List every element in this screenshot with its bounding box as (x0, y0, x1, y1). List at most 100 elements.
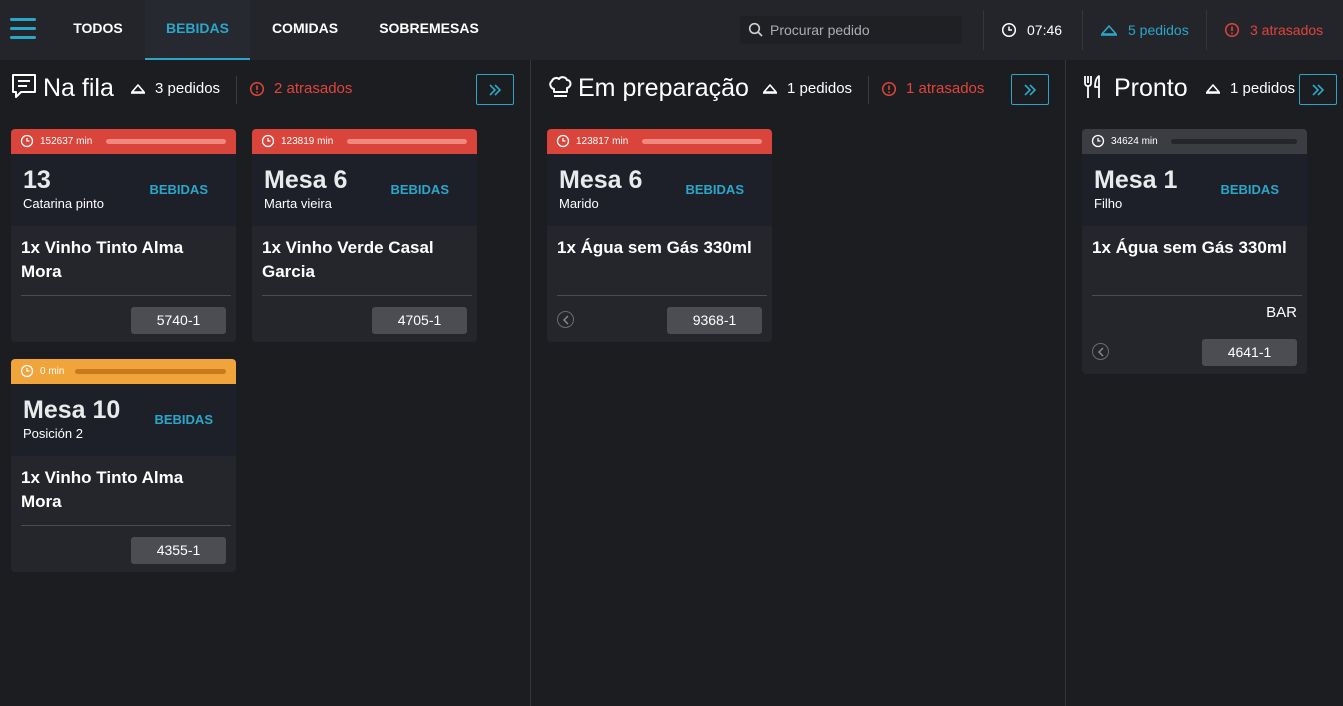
move-back-button[interactable] (1092, 343, 1109, 360)
timer-progress-bar (642, 139, 762, 144)
move-back-button[interactable] (557, 311, 574, 328)
column-divider (1065, 60, 1066, 706)
tab-todos[interactable]: TODOS (52, 0, 144, 60)
card-header: Mesa 10 Posición 2 BEBIDAS (11, 384, 236, 456)
search-icon (748, 22, 763, 37)
top-bar: TODOS BEBIDAS COMIDAS SOBREMESAS 07:46 5… (0, 0, 1343, 60)
category-label: BEBIDAS (390, 182, 449, 197)
timer-strip: 123819 min (252, 129, 477, 154)
order-item: 1x Água sem Gás 330ml (1092, 238, 1287, 257)
column-late: 2 atrasados (249, 80, 352, 97)
timer-progress-bar (75, 369, 226, 374)
cloche-icon (763, 84, 777, 94)
double-chevron-right-icon (1312, 83, 1325, 96)
timer-progress-bar (1171, 139, 1297, 144)
column-count: 1 pedidos (762, 80, 852, 97)
elapsed-time: 123819 min (281, 136, 334, 147)
category-label: BEBIDAS (149, 182, 208, 197)
divider (868, 76, 869, 104)
order-card[interactable]: 34624 min Mesa 1 Filho BEBIDAS 1x Água s… (1082, 129, 1307, 374)
order-id-button[interactable]: 4641-1 (1202, 339, 1297, 366)
divider (983, 10, 984, 50)
column-late: 1 atrasados (881, 80, 984, 97)
order-card[interactable]: 123817 min Mesa 6 Marido BEBIDAS 1x Água… (547, 129, 772, 342)
station-label: BAR (1266, 304, 1297, 321)
column-late-label: 2 atrasados (274, 80, 353, 97)
clock-display: 07:46 (1001, 20, 1062, 40)
advance-column-button[interactable] (476, 74, 514, 105)
order-card[interactable]: 123819 min Mesa 6 Marta vieira BEBIDAS 1… (252, 129, 477, 342)
clock-icon (20, 134, 34, 148)
advance-column-button[interactable] (1011, 74, 1049, 105)
order-card[interactable]: 152637 min 13 Catarina pinto BEBIDAS 1x … (11, 129, 236, 342)
table-label: Mesa 1 (1094, 166, 1178, 194)
menu-icon[interactable] (10, 18, 36, 40)
order-card[interactable]: 0 min Mesa 10 Posición 2 BEBIDAS 1x Vinh… (11, 359, 236, 572)
cloche-icon (1206, 84, 1220, 94)
timer-strip: 0 min (11, 359, 236, 384)
orders-total[interactable]: 5 pedidos (1100, 20, 1189, 40)
elapsed-time: 152637 min (40, 136, 93, 147)
order-item: 1x Vinho Verde Casal Garcia (262, 238, 434, 281)
clock-icon (20, 364, 34, 378)
timer-strip: 123817 min (547, 129, 772, 154)
order-id-button[interactable]: 4705-1 (372, 307, 467, 334)
timer-progress-bar (106, 139, 226, 144)
elapsed-time: 0 min (40, 366, 65, 377)
orders-total-label: 5 pedidos (1128, 22, 1189, 38)
table-label: Mesa 10 (23, 396, 121, 424)
clock-icon (1001, 22, 1017, 38)
column-title-em-preparacao: Em preparação (578, 74, 749, 102)
orders-late[interactable]: 3 atrasados (1224, 20, 1323, 40)
order-id-button[interactable]: 4355-1 (131, 537, 226, 564)
column-title-na-fila: Na fila (43, 74, 114, 102)
cutlery-icon (1084, 75, 1100, 98)
divider (1206, 10, 1207, 50)
customer-name: Marido (559, 196, 599, 211)
column-count-label: 1 pedidos (787, 80, 853, 97)
order-item: 1x Vinho Tinto Alma Mora (21, 238, 184, 281)
table-label: 13 (23, 166, 51, 194)
order-id-button[interactable]: 5740-1 (131, 307, 226, 334)
alert-icon (249, 81, 265, 96)
card-footer: 9368-1 (547, 296, 772, 342)
timer-strip: 152637 min (11, 129, 236, 154)
alert-icon (1224, 22, 1240, 38)
tab-comidas[interactable]: COMIDAS (255, 0, 355, 60)
card-footer: 4705-1 (252, 296, 477, 342)
card-header: Mesa 6 Marta vieira BEBIDAS (252, 154, 477, 226)
cloche-icon (1101, 25, 1117, 36)
timer-progress-bar (347, 139, 467, 144)
category-label: BEBIDAS (1220, 182, 1279, 197)
search-box[interactable] (740, 16, 962, 44)
clock-icon (1091, 134, 1105, 148)
column-count: 3 pedidos (130, 80, 220, 97)
advance-column-button[interactable] (1299, 74, 1337, 105)
tab-sobremesas[interactable]: SOBREMESAS (370, 0, 488, 60)
column-divider (530, 60, 531, 706)
clock-icon (261, 134, 275, 148)
search-input[interactable] (770, 16, 955, 44)
double-chevron-right-icon (489, 83, 502, 96)
tab-bebidas[interactable]: BEBIDAS (145, 0, 250, 60)
clock-time: 07:46 (1027, 22, 1063, 38)
column-count-label: 3 pedidos (155, 80, 221, 97)
chevron-left-icon (563, 315, 569, 325)
category-label: BEBIDAS (685, 182, 744, 197)
orders-late-label: 3 atrasados (1250, 22, 1324, 38)
divider (1082, 10, 1083, 50)
order-item: 1x Vinho Tinto Alma Mora (21, 468, 184, 511)
card-footer: 4355-1 (11, 526, 236, 572)
receipt-icon (12, 74, 36, 98)
card-footer: 5740-1 (11, 296, 236, 342)
order-id-button[interactable]: 9368-1 (667, 307, 762, 334)
card-footer: BAR 4641-1 (1082, 296, 1307, 374)
customer-name: Marta vieira (264, 196, 332, 211)
column-count-label: 1 pedidos (1230, 80, 1296, 97)
timer-strip: 34624 min (1082, 129, 1307, 154)
chevron-left-icon (1098, 347, 1104, 357)
double-chevron-right-icon (1024, 83, 1037, 96)
card-header: Mesa 1 Filho BEBIDAS (1082, 154, 1307, 226)
cloche-icon (131, 84, 145, 94)
column-count: 1 pedidos (1205, 80, 1295, 97)
